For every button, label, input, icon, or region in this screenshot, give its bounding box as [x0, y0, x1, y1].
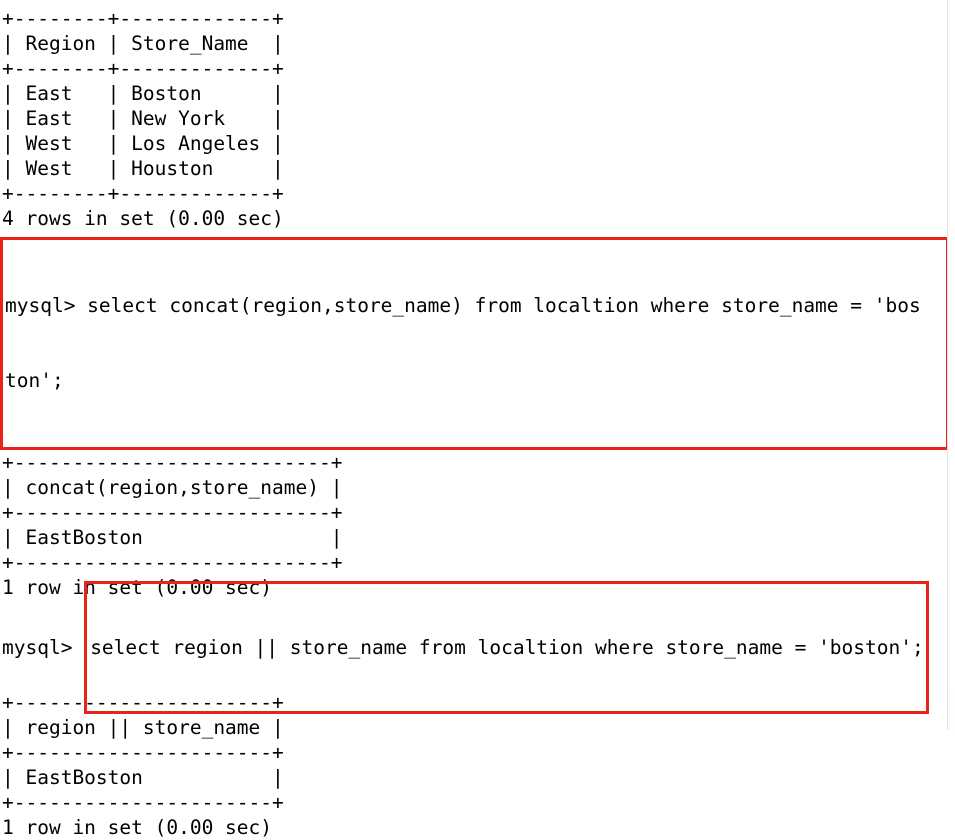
table-header-row: | Region | Store_Name |: [2, 32, 284, 55]
table-border-bottom: +----------------------+: [2, 791, 284, 814]
table-border-top: +---------------------------+: [2, 451, 343, 474]
mysql-prompt-label: mysql>: [2, 635, 85, 659]
result-status-text: 1 row in set (0.00 sec): [2, 816, 273, 839]
query-statement-text: select region || store_name from localti…: [90, 635, 924, 659]
table-header-row: | concat(region,store_name) |: [2, 476, 343, 499]
locations-result-table: +--------+-------------+ | Region | Stor…: [0, 6, 955, 231]
pipe-concat-query-row[interactable]: mysql> select region || store_name from …: [0, 580, 955, 714]
table-border-bottom: +---------------------------+: [2, 551, 343, 574]
table-row: | East | New York |: [2, 107, 284, 130]
table-row: | EastBoston |: [2, 766, 284, 789]
table-border-middle: +----------------------+: [2, 741, 284, 764]
table-header-row: | region || store_name |: [2, 716, 284, 739]
result-status-text: 4 rows in set (0.00 sec): [2, 207, 284, 230]
console-output-area[interactable]: +--------+-------------+ | Region | Stor…: [0, 0, 955, 840]
page-scrollbar-thumb[interactable]: [949, 0, 955, 690]
page-scrollbar-track[interactable]: [947, 0, 955, 730]
table-row: | West | Houston |: [2, 157, 284, 180]
table-row: | East | Boston |: [2, 82, 284, 105]
highlighted-pipe-concat-query-box[interactable]: select region || store_name from localti…: [84, 580, 929, 714]
query-line-2: ton';: [5, 369, 64, 392]
table-border-middle: +--------+-------------+: [2, 57, 284, 80]
highlighted-concat-query-box[interactable]: mysql> select concat(region,store_name) …: [0, 237, 949, 450]
concat-result-table: +---------------------------+ | concat(r…: [0, 450, 955, 600]
table-border-middle: +---------------------------+: [2, 501, 343, 524]
table-row: | West | Los Angeles |: [2, 132, 284, 155]
table-row: | EastBoston |: [2, 526, 343, 549]
mysql-console-screenshot: +--------+-------------+ | Region | Stor…: [0, 0, 955, 839]
table-border-top: +--------+-------------+: [2, 7, 284, 30]
table-border-bottom: +--------+-------------+: [2, 182, 284, 205]
query-line-1: mysql> select concat(region,store_name) …: [5, 294, 921, 317]
